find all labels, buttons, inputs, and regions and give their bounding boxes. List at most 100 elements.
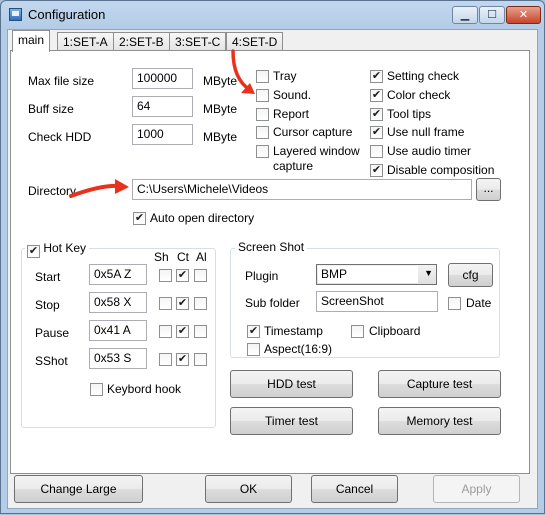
hotkey-title-label: Hot Key (43, 241, 87, 255)
apply-button[interactable]: Apply (433, 475, 520, 503)
date-checkbox[interactable] (448, 297, 461, 310)
use-null-frame-checkbox[interactable]: ✔ (370, 126, 383, 139)
tab-set-b[interactable]: 2:SET-B (113, 32, 170, 51)
layered-window-label: Layered window (273, 144, 360, 158)
hotkey-pause-input[interactable]: 0x41 A (89, 320, 147, 341)
max-file-size-input[interactable]: 100000 (132, 68, 193, 89)
color-check-checkbox[interactable]: ✔ (370, 89, 383, 102)
cfg-button[interactable]: cfg (448, 263, 493, 287)
hotkey-sshot-ctrl-checkbox[interactable]: ✔ (176, 353, 189, 366)
hotkey-sshot-alt-checkbox[interactable] (194, 353, 207, 366)
cursor-capture-label: Cursor capture (273, 125, 353, 139)
buff-size-input[interactable]: 64 (132, 96, 193, 117)
check-hdd-label: Check HDD (28, 130, 92, 144)
tray-checkbox[interactable] (256, 70, 269, 83)
title-bar[interactable]: Configuration ▁ ☐ ✕ (1, 1, 544, 29)
hotkey-stop-ctrl-checkbox[interactable]: ✔ (176, 297, 189, 310)
buff-size-unit: MByte (203, 102, 238, 116)
max-file-size-label: Max file size (28, 74, 95, 88)
hotkey-start-ctrl-checkbox[interactable]: ✔ (176, 269, 189, 282)
timestamp-checkbox[interactable]: ✔ (247, 325, 260, 338)
subfolder-label: Sub folder (245, 296, 300, 310)
hotkey-enable-checkbox[interactable]: ✔ (27, 245, 40, 258)
timer-test-button[interactable]: Timer test (230, 407, 353, 435)
plugin-label: Plugin (245, 269, 279, 283)
hotkey-start-label: Start (35, 270, 61, 284)
subfolder-input[interactable]: ScreenShot (316, 291, 438, 312)
directory-input[interactable]: C:\Users\Michele\Videos (132, 179, 472, 200)
minimize-button[interactable]: ▁ (452, 6, 478, 24)
tray-label: Tray (273, 69, 297, 83)
hotkey-start-shift-checkbox[interactable] (159, 269, 172, 282)
layered-window-capture-checkbox[interactable] (256, 145, 269, 158)
use-audio-timer-label: Use audio timer (387, 144, 472, 158)
buff-size-label: Buff size (28, 102, 74, 116)
change-large-button[interactable]: Change Large (14, 475, 143, 503)
hotkey-col-shift: Sh (154, 250, 169, 264)
cursor-capture-checkbox[interactable] (256, 126, 269, 139)
hotkey-start-alt-checkbox[interactable] (194, 269, 207, 282)
max-file-size-unit: MByte (203, 74, 238, 88)
hotkey-pause-alt-checkbox[interactable] (194, 325, 207, 338)
hotkey-stop-input[interactable]: 0x58 X (89, 292, 147, 313)
cancel-button[interactable]: Cancel (311, 475, 398, 503)
hotkey-pause-label: Pause (35, 326, 70, 340)
report-checkbox[interactable] (256, 108, 269, 121)
tool-tips-checkbox[interactable]: ✔ (370, 108, 383, 121)
aspect-checkbox[interactable] (247, 343, 260, 356)
layered-window-label-line2: capture (273, 159, 314, 173)
close-button[interactable]: ✕ (506, 6, 541, 24)
auto-open-directory-label: Auto open directory (150, 211, 255, 225)
aspect-label: Aspect(16:9) (264, 342, 333, 356)
hotkey-stop-shift-checkbox[interactable] (159, 297, 172, 310)
hotkey-group-title: ✔ Hot Key (25, 241, 90, 258)
ok-button[interactable]: OK (205, 475, 292, 503)
directory-label: Directory (28, 184, 77, 198)
timestamp-label: Timestamp (264, 324, 323, 338)
browse-directory-button[interactable]: ... (476, 178, 501, 201)
hotkey-pause-shift-checkbox[interactable] (159, 325, 172, 338)
main-tab-page: Max file size 100000 MByte Buff size 64 … (10, 50, 530, 474)
hotkey-sshot-shift-checkbox[interactable] (159, 353, 172, 366)
report-label: Report (273, 107, 310, 121)
clipboard-checkbox[interactable] (351, 325, 364, 338)
capture-test-button[interactable]: Capture test (378, 370, 501, 398)
tab-set-c[interactable]: 3:SET-C (169, 32, 227, 51)
dialog-button-bar: Change Large OK Cancel Apply (8, 474, 537, 508)
tab-set-d[interactable]: 4:SET-D (226, 32, 284, 51)
setting-check-checkbox[interactable]: ✔ (370, 70, 383, 83)
keyboard-hook-label: Keybord hook (107, 382, 182, 396)
sound-label: Sound. (273, 88, 312, 102)
hotkey-stop-label: Stop (35, 298, 60, 312)
auto-open-directory-checkbox[interactable]: ✔ (133, 212, 146, 225)
memory-test-button[interactable]: Memory test (378, 407, 501, 435)
check-hdd-input[interactable]: 1000 (132, 124, 193, 145)
app-icon (9, 8, 22, 21)
use-audio-timer-checkbox[interactable] (370, 145, 383, 158)
tool-tips-label: Tool tips (387, 107, 432, 121)
dropdown-arrow-icon: ▼ (424, 268, 433, 278)
configuration-window: Configuration ▁ ☐ ✕ main 1:SET-A 2:SET-B… (0, 0, 545, 514)
hotkey-stop-alt-checkbox[interactable] (194, 297, 207, 310)
hotkey-sshot-input[interactable]: 0x53 S (89, 348, 147, 369)
tab-main[interactable]: main (12, 30, 51, 52)
sound-checkbox[interactable] (256, 89, 269, 102)
date-label: Date (466, 296, 492, 310)
color-check-label: Color check (387, 88, 451, 102)
maximize-button[interactable]: ☐ (479, 6, 505, 24)
disable-composition-label: Disable composition (387, 163, 495, 177)
check-hdd-unit: MByte (203, 130, 238, 144)
hotkey-pause-ctrl-checkbox[interactable]: ✔ (176, 325, 189, 338)
plugin-dropdown[interactable]: BMP ▼ (316, 264, 437, 285)
use-null-frame-label: Use null frame (387, 125, 465, 139)
keyboard-hook-checkbox[interactable] (90, 383, 103, 396)
disable-composition-checkbox[interactable]: ✔ (370, 164, 383, 177)
setting-check-label: Setting check (387, 69, 460, 83)
plugin-selected-value: BMP (318, 266, 418, 283)
clipboard-label: Clipboard (369, 324, 421, 338)
window-title: Configuration (28, 7, 106, 22)
hotkey-start-input[interactable]: 0x5A Z (89, 264, 147, 285)
hotkey-col-ctrl: Ct (177, 250, 189, 264)
tab-set-a[interactable]: 1:SET-A (57, 32, 114, 51)
hdd-test-button[interactable]: HDD test (230, 370, 353, 398)
